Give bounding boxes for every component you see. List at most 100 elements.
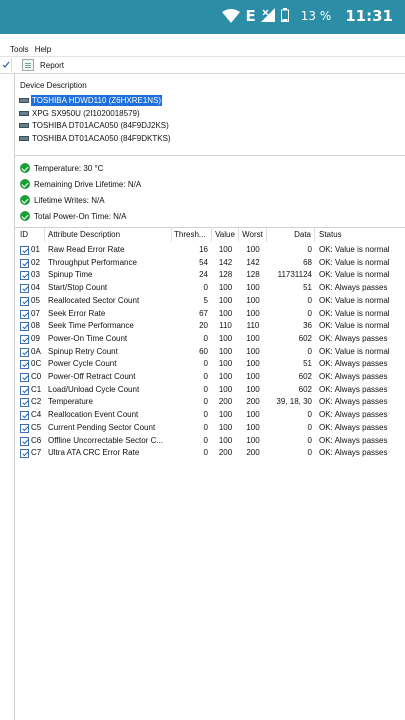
row-checkbox[interactable] (20, 436, 29, 446)
cell-thresh: 0 (203, 448, 208, 458)
report-button[interactable]: Report (22, 59, 64, 71)
cell-value: 100 (218, 346, 233, 356)
table-row[interactable]: 07 Seek Error Rate 67 100 100 0 OK: Value is n… (15, 308, 405, 321)
column-header-value[interactable]: Value (212, 228, 239, 242)
writes-status: Lifetime Writes: N/A (20, 195, 105, 205)
cell-thresh: 24 (199, 270, 208, 280)
column-header-threshold[interactable]: Thresh... (172, 228, 212, 242)
cell-value: 100 (218, 422, 233, 432)
hard-drive-icon (19, 123, 29, 128)
cell-value: 100 (218, 283, 233, 293)
row-checkbox[interactable] (20, 398, 29, 408)
row-checkbox[interactable] (20, 347, 29, 357)
device-item-1[interactable]: XPG SX950U (2I1020018579) (19, 108, 141, 119)
table-row[interactable]: C4 Reallocation Event Count 0 100 100 0 OK: Al… (15, 409, 405, 422)
table-row[interactable]: 02 Throughput Performance 54 142 142 68 OK: Va… (15, 257, 405, 270)
cell-data: 0 (307, 448, 312, 458)
cell-data: 0 (307, 245, 312, 254)
column-header-attribute[interactable]: Attribute Description (45, 228, 172, 242)
cell-data: 602 (298, 333, 312, 343)
row-checkbox[interactable] (20, 296, 29, 306)
cell-id: C1 (31, 384, 42, 394)
cell-id: 07 (31, 308, 40, 318)
main-panel: Device Description TOSHIBA HDWD110 (Z6HX… (14, 74, 405, 720)
cell-status: OK: Always passes (319, 333, 388, 343)
cell-worst: 100 (246, 384, 260, 394)
row-checkbox[interactable] (20, 258, 29, 268)
ok-check-icon (20, 163, 30, 173)
ok-check-icon (20, 179, 30, 189)
cell-value: 128 (218, 270, 233, 280)
table-row[interactable]: C6 Offline Uncorrectable Sector C... 0 100 1… (15, 435, 405, 448)
column-header-status[interactable]: Status (315, 228, 405, 242)
device-item-3[interactable]: TOSHIBA DT01ACA050 (84F9DKTKS) (19, 133, 172, 144)
device-item-2[interactable]: TOSHIBA DT01ACA050 (84F9DJ2KS) (19, 120, 170, 131)
table-row[interactable]: C5 Current Pending Sector Count 0 100 100 0 OK… (15, 422, 405, 435)
signal-icon (260, 8, 275, 24)
cell-thresh: 0 (203, 372, 208, 381)
cell-data: 0 (307, 435, 312, 445)
cell-worst: 100 (246, 245, 260, 254)
row-checkbox[interactable] (20, 246, 29, 255)
table-row[interactable]: 03 Spinup Time 24 128 128 11731124 OK: Value i… (15, 269, 405, 282)
row-checkbox[interactable] (20, 360, 29, 370)
cell-data: 51 (303, 359, 312, 369)
cell-worst: 100 (246, 359, 260, 369)
toolbar: Report (0, 56, 405, 74)
cell-data: 11731124 (277, 270, 312, 280)
row-checkbox[interactable] (20, 423, 29, 433)
row-checkbox[interactable] (20, 322, 29, 332)
column-header-worst[interactable]: Worst (239, 228, 267, 242)
cell-attr: Offline Uncorrectable Sector C... (48, 435, 164, 445)
device-item-0[interactable]: TOSHIBA HDWD110 (Z6HXRE1NS) (19, 95, 163, 106)
cell-attr: Spinup Retry Count (48, 346, 118, 356)
column-header-data[interactable]: Data (267, 228, 315, 242)
table-row[interactable]: 08 Seek Time Performance 20 110 110 36 OK: Val… (15, 320, 405, 333)
smart-attributes-table: ID Attribute Description Thresh... Value… (15, 228, 405, 720)
row-checkbox[interactable] (20, 373, 29, 382)
menu-help[interactable]: Help (33, 45, 55, 54)
table-row[interactable]: 0A Spinup Retry Count 60 100 100 0 OK: Value i… (15, 346, 405, 359)
row-checkbox[interactable] (20, 284, 29, 294)
window-edge (0, 34, 405, 42)
row-checkbox[interactable] (20, 411, 29, 421)
cell-attr: Power-On Time Count (48, 333, 128, 343)
cell-worst: 100 (246, 435, 260, 445)
cell-status: OK: Value is normal (319, 308, 390, 318)
cell-thresh: 0 (203, 384, 208, 394)
row-checkbox[interactable] (20, 385, 29, 395)
cell-attr: Raw Read Error Rate (48, 245, 125, 254)
column-header-id[interactable]: ID (15, 228, 45, 242)
row-checkbox[interactable] (20, 309, 29, 319)
cell-attr: Throughput Performance (48, 257, 137, 267)
cell-attr: Load/Unload Cycle Count (48, 384, 140, 394)
table-row[interactable]: C1 Load/Unload Cycle Count 0 100 100 602 OK: A… (15, 384, 405, 397)
cell-value: 142 (218, 257, 233, 267)
cell-thresh: 54 (199, 257, 208, 267)
table-row[interactable]: 05 Reallocated Sector Count 5 100 100 0 OK: Va… (15, 295, 405, 308)
cell-status: OK: Always passes (319, 448, 388, 458)
lifetime-status: Remaining Drive Lifetime: N/A (20, 179, 141, 189)
cell-thresh: 16 (199, 245, 208, 254)
cell-id: C0 (31, 372, 42, 381)
cell-attr: Temperature (48, 397, 93, 407)
cell-worst: 200 (246, 448, 260, 458)
table-row[interactable]: C2 Temperature 0 200 200 39, 18, 30 OK: Always… (15, 396, 405, 409)
row-checkbox[interactable] (20, 271, 29, 281)
wifi-icon (221, 9, 240, 23)
cell-worst: 100 (246, 295, 260, 305)
cell-worst: 100 (246, 308, 260, 318)
cell-attr: Start/Stop Count (48, 283, 108, 293)
table-row[interactable]: 01 Raw Read Error Rate 16 100 100 0 OK: Value … (15, 244, 405, 257)
table-row[interactable]: 04 Start/Stop Count 0 100 100 51 OK: Always pa… (15, 282, 405, 295)
table-row[interactable]: C0 Power-Off Retract Count 0 100 100 602 OK: A… (15, 371, 405, 384)
table-row[interactable]: 0C Power Cycle Count 0 100 100 51 OK: Always p… (15, 358, 405, 371)
table-row[interactable]: C7 Ultra ATA CRC Error Rate 0 200 200 0 OK: Al… (15, 447, 405, 460)
toolbar-check-icon[interactable] (0, 58, 12, 72)
row-checkbox[interactable] (20, 449, 29, 459)
cell-data: 0 (307, 308, 312, 318)
menu-tools[interactable]: Tools (0, 45, 33, 54)
row-checkbox[interactable] (20, 334, 29, 344)
table-row[interactable]: 09 Power-On Time Count 0 100 100 602 OK: Alway… (15, 333, 405, 346)
cell-id: 01 (31, 245, 40, 254)
